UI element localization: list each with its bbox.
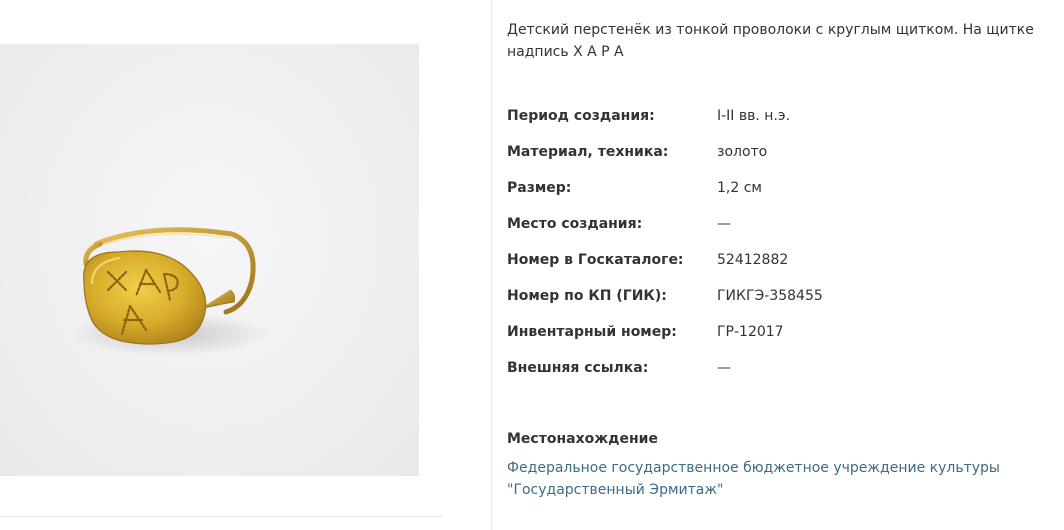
artifact-description: Детский перстенёк из тонкой проволоки с … [507, 22, 1034, 60]
property-row-kp-number: Номер по КП (ГИК): ГИКГЭ-358455 [507, 278, 1047, 314]
property-value: I-II вв. н.э. [717, 108, 791, 124]
property-label: Материал, техника: [507, 144, 669, 160]
property-value: 1,2 см [717, 180, 762, 196]
gold-ring-image [70, 227, 270, 356]
properties-table: Период создания: I-II вв. н.э. Материал,… [507, 98, 1047, 386]
property-row-size: Размер: 1,2 см [507, 170, 1047, 206]
column-divider [491, 0, 492, 530]
museum-location-link[interactable]: Федеральное государственное бюджетное уч… [507, 457, 1057, 501]
property-label: Внешняя ссылка: [507, 360, 649, 376]
property-row-external-link: Внешняя ссылка: — [507, 350, 1047, 386]
property-value: — [717, 216, 731, 232]
photo-bottom-divider [0, 516, 443, 517]
property-label: Номер по КП (ГИК): [507, 288, 667, 304]
property-row-period: Период создания: I-II вв. н.э. [507, 98, 1047, 134]
artifact-photo[interactable] [0, 44, 419, 476]
property-label: Номер в Госкаталоге: [507, 252, 684, 268]
property-value: золото [717, 144, 768, 160]
author-placeholder-dash: — [507, 0, 521, 7]
property-row-inventory: Инвентарный номер: ГР-12017 [507, 314, 1047, 350]
property-value: ГР-12017 [717, 324, 784, 340]
property-label: Размер: [507, 180, 572, 196]
property-row-origin: Место создания: — [507, 206, 1047, 242]
property-value: 52412882 [717, 252, 789, 268]
property-label: Инвентарный номер: [507, 324, 677, 340]
property-value: — [717, 360, 731, 376]
property-row-goscatalog: Номер в Госкаталоге: 52412882 [507, 242, 1047, 278]
property-value: ГИКГЭ-358455 [717, 288, 823, 304]
property-label: Место создания: [507, 216, 643, 232]
location-heading: Местонахождение [507, 431, 658, 447]
property-row-material: Материал, техника: золото [507, 134, 1047, 170]
property-label: Период создания: [507, 108, 655, 124]
